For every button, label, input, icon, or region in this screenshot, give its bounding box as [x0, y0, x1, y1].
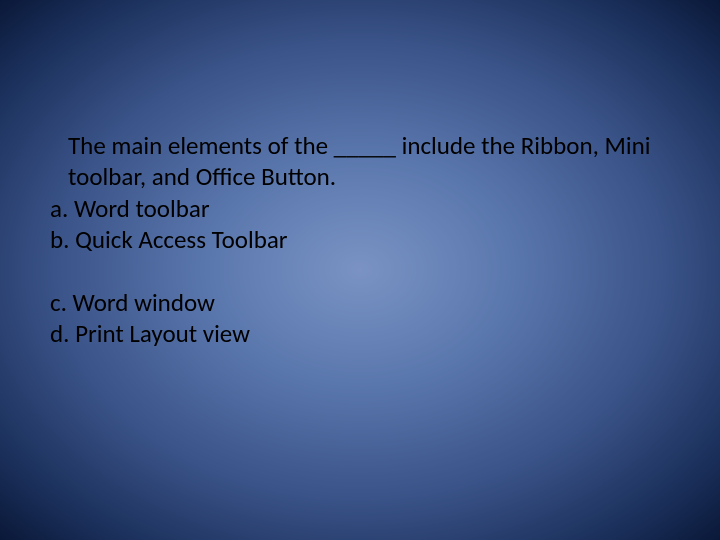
option-d: d. Print Layout view [50, 318, 660, 349]
slide-content: The main elements of the _____ include t… [50, 130, 660, 350]
option-a: a. Word toolbar [50, 193, 660, 224]
question-text: The main elements of the _____ include t… [50, 130, 660, 193]
options-group-1: a. Word toolbar b. Quick Access Toolbar [50, 193, 660, 256]
option-c: c. Word window [50, 287, 660, 318]
option-b: b. Quick Access Toolbar [50, 224, 660, 255]
slide-background: The main elements of the _____ include t… [0, 0, 720, 540]
options-group-2: c. Word window d. Print Layout view [50, 287, 660, 350]
